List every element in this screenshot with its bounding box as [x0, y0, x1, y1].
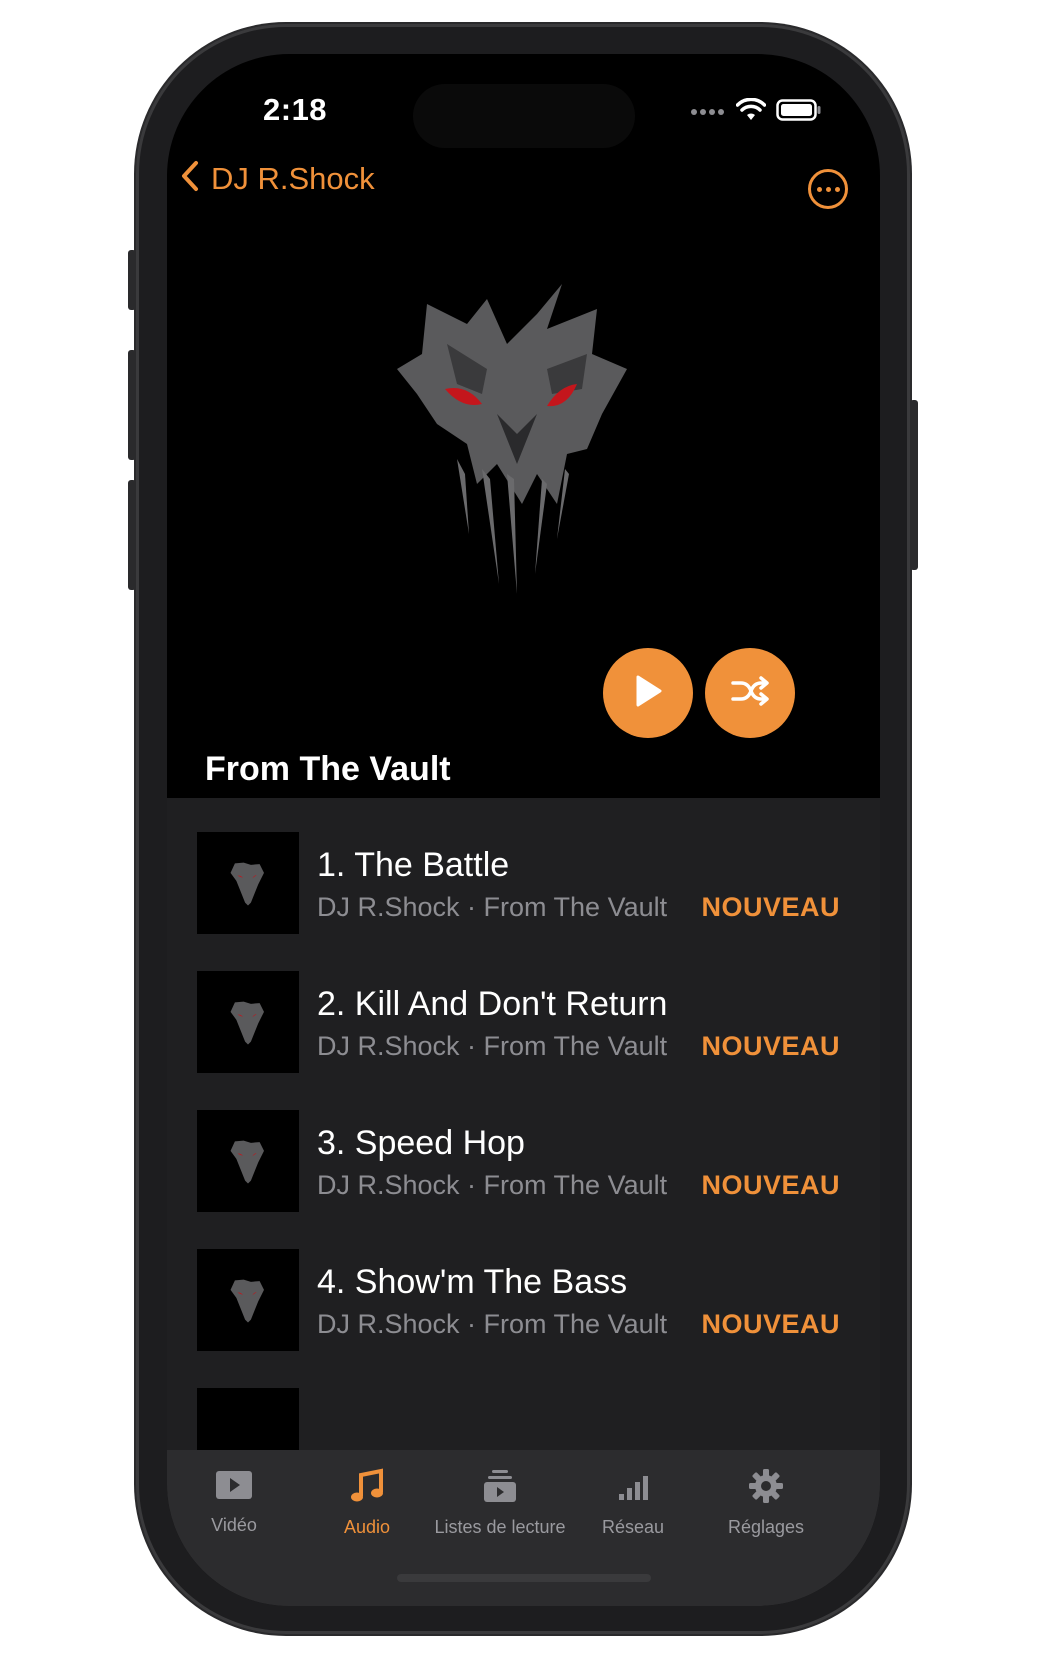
track-title: 3. Speed Hop [317, 1124, 525, 1162]
track-artwork [197, 1110, 299, 1212]
play-icon [633, 674, 663, 713]
wifi-icon [735, 97, 767, 127]
screen: 2:18 DJ R.Shock From The Vault 1. The Ba… [167, 54, 880, 1606]
track-row[interactable]: 3. Speed Hop DJ R.Shock · From The Vault… [167, 1110, 880, 1212]
tab-label: Audio [343, 1517, 391, 1537]
track-title: 1. The Battle [317, 846, 510, 884]
new-badge: NOUVEAU [701, 1031, 840, 1061]
tab-network[interactable]: Réseau [563, 1468, 703, 1538]
shuffle-icon [730, 675, 770, 712]
cellular-signal-icon [690, 104, 726, 122]
album-artwork [387, 274, 647, 604]
new-badge: NOUVEAU [701, 1309, 840, 1339]
track-title: 4. Show'm The Bass [317, 1263, 628, 1301]
mute-switch [128, 250, 136, 310]
status-time: 2:18 [263, 92, 328, 127]
track-row[interactable]: 4. Show'm The Bass DJ R.Shock · From The… [167, 1249, 880, 1351]
track-subtitle: DJ R.Shock · From The Vault [317, 1309, 668, 1339]
volume-down-button [128, 480, 136, 590]
new-badge: NOUVEAU [701, 892, 840, 922]
tab-audio[interactable]: Audio [297, 1468, 437, 1538]
track-subtitle: DJ R.Shock · From The Vault [317, 1031, 668, 1061]
tab-label: Réseau [601, 1517, 665, 1537]
gear-icon [748, 1468, 784, 1509]
new-badge: NOUVEAU [701, 1170, 840, 1200]
tab-playlists[interactable]: Listes de lecture [430, 1468, 570, 1538]
volume-up-button [128, 350, 136, 460]
album-title: From The Vault [205, 750, 451, 788]
music-note-icon [350, 1468, 384, 1509]
video-icon [215, 1468, 253, 1507]
dynamic-island [413, 84, 635, 148]
more-options-button[interactable] [808, 169, 848, 209]
shuffle-button[interactable] [705, 648, 795, 738]
network-icon [616, 1468, 650, 1509]
playlist-icon [483, 1468, 517, 1509]
back-button[interactable]: DJ R.Shock [181, 160, 375, 197]
battery-icon [776, 99, 822, 126]
track-artwork [197, 832, 299, 934]
tab-label: Réglages [727, 1517, 805, 1537]
track-title: 2. Kill And Don't Return [317, 985, 668, 1023]
chevron-left-icon [181, 160, 199, 197]
tab-label: Vidéo [211, 1515, 257, 1535]
track-row[interactable]: 1. The Battle DJ R.Shock · From The Vaul… [167, 832, 880, 934]
track-artwork [197, 1249, 299, 1351]
tab-bar: Vidéo Audio Listes de lecture Réseau Rég… [167, 1450, 880, 1606]
ellipsis-icon [816, 186, 822, 192]
track-row[interactable]: 2. Kill And Don't Return DJ R.Shock · Fr… [167, 971, 880, 1073]
tab-label: Listes de lecture [434, 1517, 566, 1537]
status-icons [690, 97, 822, 127]
back-button-label: DJ R.Shock [211, 160, 375, 196]
tab-settings[interactable]: Réglages [696, 1468, 836, 1538]
home-indicator[interactable] [397, 1574, 651, 1582]
play-button[interactable] [603, 648, 693, 738]
tab-video[interactable]: Vidéo [167, 1468, 304, 1536]
track-subtitle: DJ R.Shock · From The Vault [317, 1170, 668, 1200]
power-button [910, 400, 918, 570]
track-subtitle: DJ R.Shock · From The Vault [317, 892, 668, 922]
track-artwork [197, 971, 299, 1073]
